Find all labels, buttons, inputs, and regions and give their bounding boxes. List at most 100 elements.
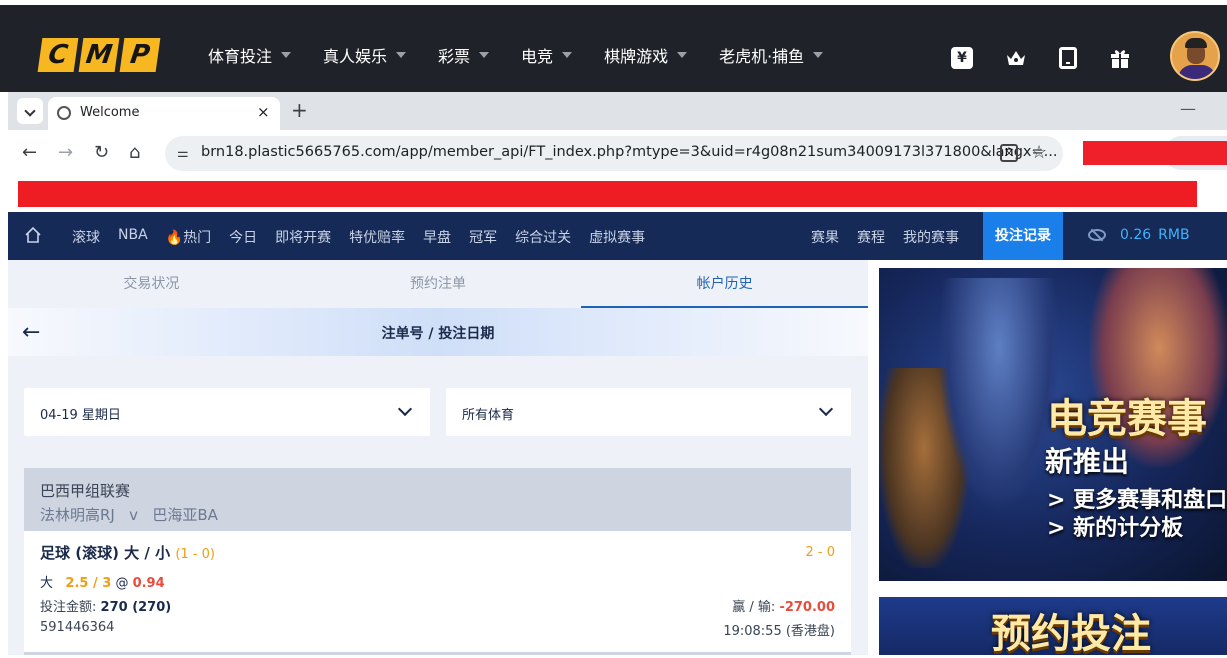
- crown-icon[interactable]: [1005, 47, 1027, 69]
- eye-off-icon[interactable]: [1088, 229, 1106, 241]
- date-select[interactable]: 04-19 星期日: [24, 388, 430, 436]
- nav-results[interactable]: 赛果: [811, 227, 839, 247]
- avatar-body: [1178, 65, 1216, 79]
- new-tab-button[interactable]: +: [291, 98, 308, 122]
- banner-character-center: [939, 278, 1059, 508]
- tab-title: Welcome: [80, 105, 140, 120]
- tab-account-history[interactable]: 帐户历史: [581, 260, 869, 308]
- globe-icon: [57, 106, 71, 120]
- esports-banner-subtitle: 新推出: [1045, 445, 1130, 478]
- market-label: 足球 (滚球) 大 / 小: [40, 544, 171, 562]
- stake-amount: 270 (270): [100, 600, 172, 615]
- nav-inplay[interactable]: 滚球: [72, 227, 100, 247]
- odds: 0.94: [132, 576, 165, 591]
- bet-card-header: 巴西甲组联赛 法林明高RJ v 巴海亚BA: [24, 468, 851, 531]
- nav-best-odds[interactable]: 特优赔率: [349, 227, 405, 247]
- chevron-down-icon: [281, 52, 292, 58]
- forward-button[interactable]: →: [58, 142, 73, 163]
- stake-row: 投注金额: 270 (270): [40, 596, 171, 615]
- sports-nav-right: 赛果 赛程 我的赛事: [811, 227, 977, 247]
- ticket-id: 591446364: [40, 620, 115, 635]
- nav-bet-history[interactable]: 投注记录: [983, 212, 1063, 260]
- chevron-down-icon: [813, 52, 824, 58]
- nav-hot[interactable]: 🔥热门: [166, 227, 211, 247]
- bet-card[interactable]: 巴西甲组联赛 法林明高RJ v 巴海亚BA 足球 (滚球) 大 / 小 (1 -…: [24, 468, 851, 658]
- pick-label: 大: [40, 576, 54, 591]
- nav-esports[interactable]: 电竞: [521, 43, 573, 67]
- minimize-button[interactable]: —: [1180, 99, 1196, 118]
- final-score: 2 - 0: [805, 545, 836, 560]
- nav-virtual[interactable]: 虚拟赛事: [589, 227, 645, 247]
- nav-today[interactable]: 今日: [229, 227, 257, 247]
- avatar-hair: [1185, 38, 1207, 48]
- logo-letter-p: P: [119, 38, 161, 72]
- esports-banner-line2: > 新的计分板: [1047, 516, 1184, 541]
- back-button[interactable]: ←: [22, 142, 37, 163]
- phone-icon[interactable]: [1059, 47, 1077, 69]
- nav-outright[interactable]: 冠军: [469, 227, 497, 247]
- chevron-down-icon: [562, 52, 573, 58]
- chevron-down-icon: [677, 52, 688, 58]
- handicap: 2.5 / 3: [65, 576, 112, 591]
- tab-reserved-bets[interactable]: 预约注单: [295, 260, 582, 308]
- site-nav: 体育投注 真人娱乐 彩票 电竞 棋牌游戏 老虎机·捕鱼: [208, 43, 855, 67]
- nav-lottery[interactable]: 彩票: [438, 43, 490, 67]
- url-text[interactable]: brn18.plastic5665765.com/app/member_api/…: [201, 144, 1058, 160]
- browser-tab-strip: Welcome × + —: [8, 92, 1227, 130]
- away-team: 巴海亚BA: [152, 506, 218, 524]
- bet-time: 19:08:55 (香港盘): [723, 624, 835, 639]
- home-button[interactable]: ⌂: [129, 142, 140, 163]
- nav-label: 老虎机·捕鱼: [719, 47, 805, 66]
- bookmark-star-icon[interactable]: ☆: [1031, 142, 1047, 163]
- nav-live-casino[interactable]: 真人娱乐: [323, 43, 407, 67]
- tab-transactions[interactable]: 交易状况: [8, 260, 295, 308]
- home-icon[interactable]: [24, 226, 42, 244]
- nav-label: 棋牌游戏: [604, 47, 669, 66]
- gift-icon[interactable]: [1109, 47, 1131, 69]
- nav-parlay[interactable]: 综合过关: [515, 227, 571, 247]
- sports-nav: 滚球 NBA 🔥热门 今日 即将开赛 特优赔率 早盘 冠军 综合过关 虚拟赛事 …: [8, 212, 1227, 260]
- logo-letter-c: C: [37, 38, 79, 72]
- nav-label: 体育投注: [208, 47, 273, 66]
- nav-label: 彩票: [438, 47, 471, 66]
- market-name: 足球 (滚球) 大 / 小 (1 - 0): [40, 542, 215, 563]
- yen-icon[interactable]: ¥: [951, 47, 973, 69]
- avatar[interactable]: [1170, 31, 1220, 81]
- nav-card-games[interactable]: 棋牌游戏: [604, 43, 688, 67]
- balance-amount: 0.26: [1120, 227, 1152, 243]
- nav-sports-betting[interactable]: 体育投注: [208, 43, 292, 67]
- home-team: 法林明高RJ: [40, 506, 115, 524]
- reload-button[interactable]: ↻: [94, 142, 109, 163]
- nav-early[interactable]: 早盘: [423, 227, 451, 247]
- nav-schedule[interactable]: 赛程: [857, 227, 885, 247]
- bet-pick: 大 2.5 / 3 @ 0.94: [40, 572, 165, 591]
- nav-nba[interactable]: NBA: [118, 227, 148, 247]
- winloss-label: 赢 / 输:: [732, 600, 776, 615]
- winloss-row: 赢 / 输: -270.00: [732, 596, 835, 615]
- stake-label: 投注金额:: [40, 600, 97, 615]
- reserve-bet-banner[interactable]: 预约投注: [879, 597, 1227, 655]
- nav-my-events[interactable]: 我的赛事: [903, 227, 959, 247]
- browser-tab[interactable]: Welcome ×: [48, 97, 280, 130]
- reserve-banner-title: 预约投注: [991, 611, 1151, 655]
- tab-search-dropdown[interactable]: [17, 98, 43, 124]
- sport-select[interactable]: 所有体育: [446, 388, 851, 436]
- date-select-value: 04-19 星期日: [40, 408, 121, 423]
- esports-banner[interactable]: 电竞赛事 新推出 > 更多赛事和盘口 > 新的计分板: [879, 268, 1227, 581]
- translate-icon[interactable]: 文: [1000, 144, 1018, 162]
- close-icon[interactable]: ×: [257, 103, 270, 121]
- address-bar[interactable]: ⚌ brn18.plastic5665765.com/app/member_ap…: [165, 136, 1063, 171]
- nav-starting-soon[interactable]: 即将开赛: [275, 227, 331, 247]
- balance-display[interactable]: 0.26 RMB: [1088, 227, 1190, 243]
- league-name: 巴西甲组联赛: [40, 482, 131, 500]
- main-panel: 交易状况 预约注单 帐户历史 ← 注单号 / 投注日期 04-19 星期日 所有…: [8, 260, 869, 658]
- site-info-icon[interactable]: ⚌: [177, 146, 189, 161]
- at-symbol: @: [115, 576, 129, 591]
- cmp-logo[interactable]: C M P: [37, 38, 161, 72]
- esports-banner-title: 电竞赛事: [1047, 396, 1207, 442]
- match-teams: 法林明高RJ v 巴海亚BA: [40, 504, 218, 525]
- chevron-down-icon: [479, 52, 490, 58]
- site-header: C M P 体育投注 真人娱乐 彩票 电竞 棋牌游戏 老虎机·捕鱼 ¥: [0, 0, 1227, 92]
- header-icons: ¥: [951, 47, 1163, 69]
- nav-slots-fishing[interactable]: 老虎机·捕鱼: [719, 43, 824, 67]
